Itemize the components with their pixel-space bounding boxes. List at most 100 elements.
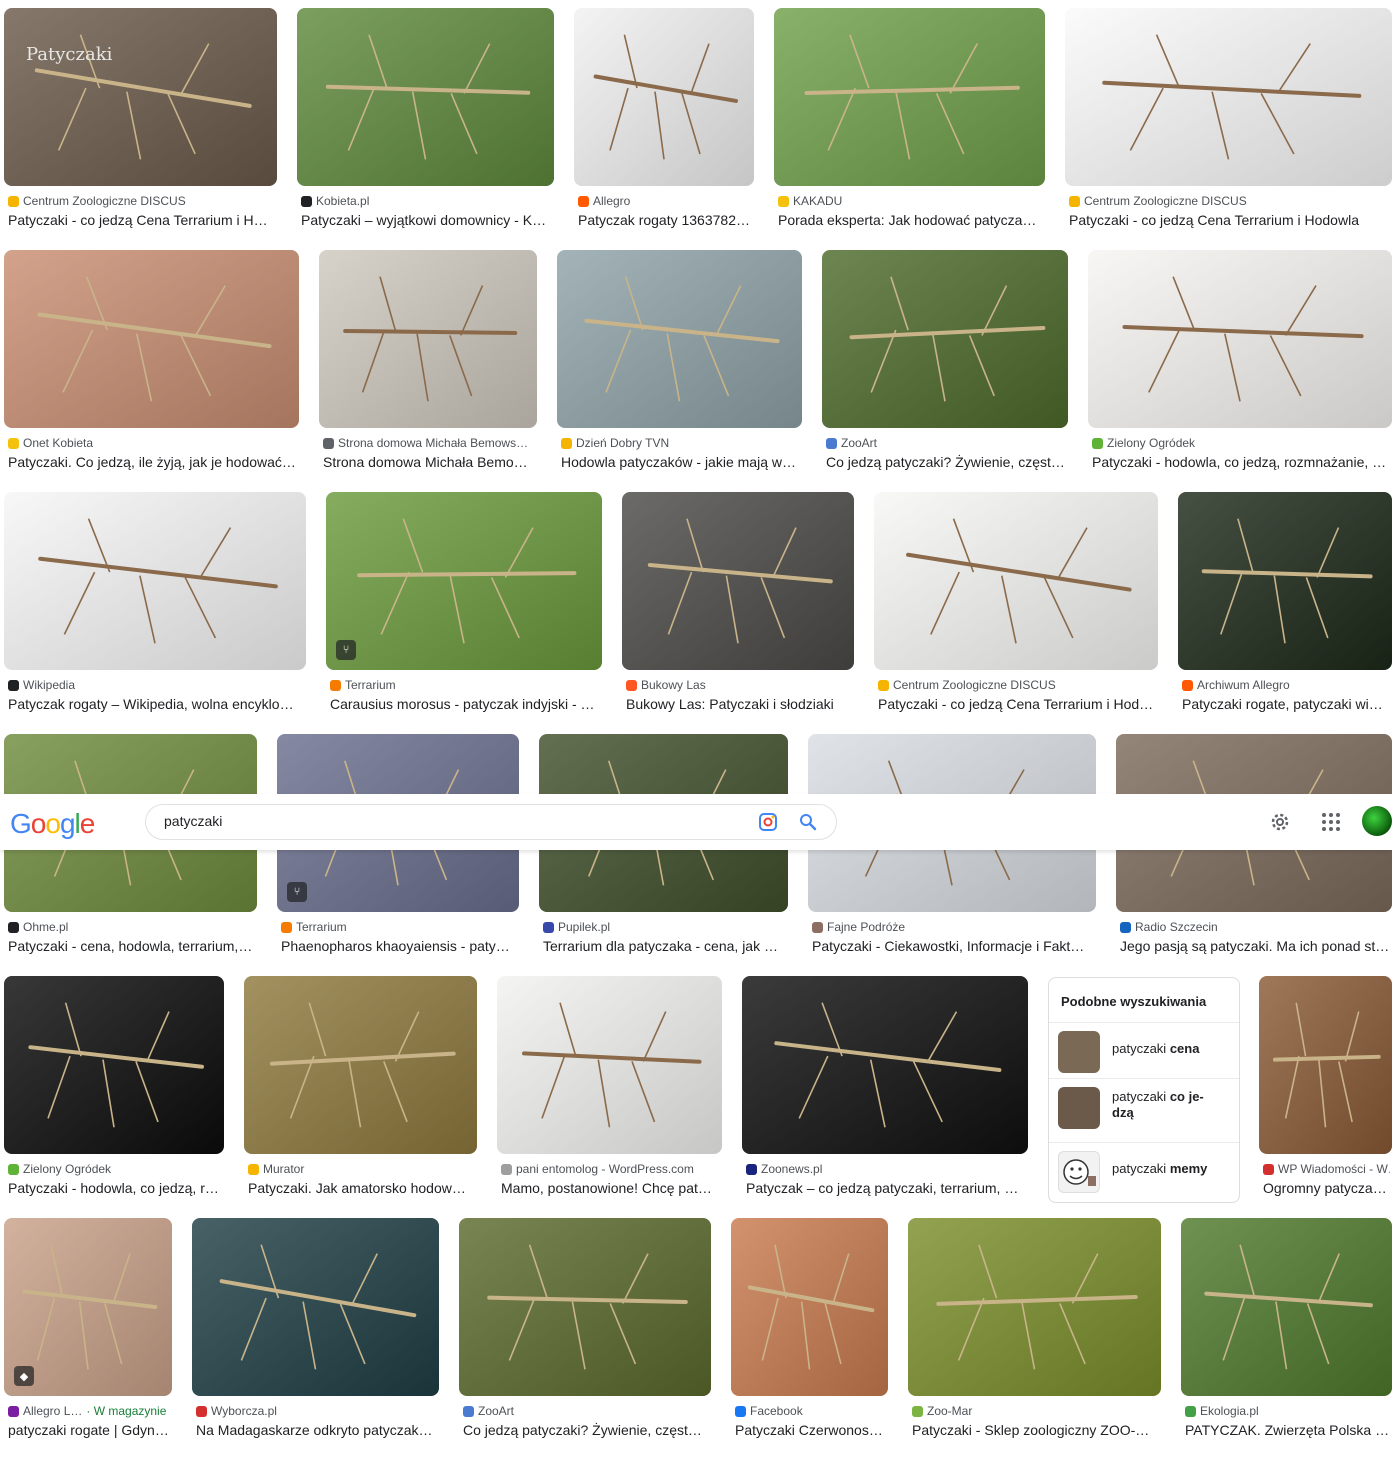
result-title[interactable]: Terrarium dla patyczaka - cena, jak … — [543, 938, 786, 954]
result-title[interactable]: Patyczaki – wyjątkowi domownicy - K… — [301, 212, 552, 228]
image-result-card[interactable]: Dzień Dobry TVN Hodowla patyczaków - jaki… — [557, 250, 802, 486]
result-thumbnail[interactable] — [574, 8, 754, 186]
result-source[interactable]: Bukowy Las — [626, 678, 852, 692]
result-thumbnail[interactable] — [459, 1218, 711, 1396]
result-source[interactable]: Facebook — [735, 1404, 886, 1418]
related-search-item[interactable]: patyczaki co je-dzą — [1049, 1078, 1239, 1135]
result-source[interactable]: ZooArt — [826, 436, 1066, 450]
google-logo[interactable]: Google — [10, 808, 95, 840]
result-thumbnail[interactable] — [1259, 976, 1392, 1154]
result-title[interactable]: Patyczaki - Ciekawostki, Informacje i Fa… — [812, 938, 1094, 954]
result-title[interactable]: Porada eksperta: Jak hodować patycza… — [778, 212, 1043, 228]
result-source[interactable]: Fajne Podróże — [812, 920, 1094, 934]
image-result-card[interactable]: KAKADU Porada eksperta: Jak hodować patyc… — [774, 8, 1045, 244]
image-result-card[interactable]: Patyczaki Centrum Zoologiczne DISCUS Patyc… — [4, 8, 277, 244]
result-source[interactable]: Dzień Dobry TVN — [561, 436, 800, 450]
image-result-card[interactable]: Radio Szczecin Jego pasją są patyczaki. M… — [1116, 734, 1392, 970]
image-result-card[interactable]: Allegro Patyczak rogaty 1363782… — [574, 8, 754, 244]
result-source[interactable]: pani entomolog - WordPress.com — [501, 1162, 720, 1176]
image-result-card[interactable]: Pupilek.pl Terrarium dla patyczaka - cena… — [539, 734, 788, 970]
image-result-card[interactable]: Zoo-Mar Patyczaki - Sklep zoologiczny ZOO… — [908, 1218, 1161, 1454]
result-title[interactable]: Patyczaki. Co jedzą, ile żyją, jak je ho… — [8, 454, 297, 470]
result-title[interactable]: Jego pasją są patyczaki. Ma ich ponad st… — [1120, 938, 1390, 954]
result-thumbnail[interactable] — [874, 492, 1158, 670]
result-title[interactable]: Patyczaki - co jedzą Cena Terrarium i Ho… — [878, 696, 1156, 712]
result-source[interactable]: Terrarium — [281, 920, 517, 934]
result-source[interactable]: Murator — [248, 1162, 475, 1176]
result-title[interactable]: Patyczak rogaty – Wikipedia, wolna encyk… — [8, 696, 304, 712]
result-source[interactable]: Wikipedia — [8, 678, 304, 692]
image-result-card[interactable]: Zoonews.pl Patyczak – co jedzą patyczaki,… — [742, 976, 1028, 1212]
result-title[interactable]: Na Madagaskarze odkryto patyczak… — [196, 1422, 437, 1438]
result-title[interactable]: Patyczaki - hodowla, co jedzą, rozmnażan… — [1092, 454, 1390, 470]
result-thumbnail[interactable] — [742, 976, 1028, 1154]
result-thumbnail[interactable] — [4, 976, 224, 1154]
image-result-card[interactable]: Fajne Podróże Patyczaki - Ciekawostki, In… — [808, 734, 1096, 970]
result-source[interactable]: Zoo-Mar — [912, 1404, 1159, 1418]
image-result-card[interactable]: ZooArt Co jedzą patyczaki? Żywienie, częs… — [459, 1218, 711, 1454]
image-result-card[interactable]: ZooArt Co jedzą patyczaki? Żywienie, częs… — [822, 250, 1068, 486]
result-source[interactable]: Onet Kobieta — [8, 436, 297, 450]
result-source[interactable]: Pupilek.pl — [543, 920, 786, 934]
result-thumbnail[interactable] — [774, 8, 1045, 186]
result-thumbnail[interactable] — [1065, 8, 1392, 186]
result-thumbnail[interactable]: ⑂ — [326, 492, 602, 670]
image-result-card[interactable]: WP Wiadomości - W… Ogromny patyczak … — [1259, 976, 1392, 1212]
image-result-card[interactable]: Wyborcza.pl Na Madagaskarze odkryto patyc… — [192, 1218, 439, 1454]
image-result-card[interactable]: ◆ Allegro L… · W magazynie patyczaki rogate… — [4, 1218, 172, 1454]
result-title[interactable]: Patyczaki - cena, hodowla, terrarium,… — [8, 938, 255, 954]
result-thumbnail[interactable] — [908, 1218, 1161, 1396]
image-result-card[interactable]: Strona domowa Michała Bemows… Strona domo… — [319, 250, 537, 486]
image-result-card[interactable]: Archiwum Allegro Patyczaki rogate, patycz… — [1178, 492, 1392, 728]
result-source[interactable]: Archiwum Allegro — [1182, 678, 1390, 692]
result-title[interactable]: Carausius morosus - patyczak indyjski - … — [330, 696, 600, 712]
result-title[interactable]: Hodowla patyczaków - jakie mają w… — [561, 454, 800, 470]
image-result-card[interactable]: ⑂ Terrarium Carausius morosus - patyczak i… — [326, 492, 602, 728]
result-title[interactable]: Patyczaki rogate, patyczaki wiet… — [1182, 696, 1390, 712]
search-input[interactable] — [164, 813, 724, 829]
result-source[interactable]: Allegro — [578, 194, 752, 208]
result-source[interactable]: Allegro L… · W magazynie — [8, 1404, 170, 1418]
camera-lens-icon[interactable] — [758, 812, 778, 832]
search-icon[interactable] — [798, 812, 818, 832]
result-thumbnail[interactable] — [731, 1218, 888, 1396]
result-source[interactable]: ZooArt — [463, 1404, 709, 1418]
result-thumbnail[interactable] — [1181, 1218, 1392, 1396]
result-source[interactable]: Ekologia.pl — [1185, 1404, 1390, 1418]
result-thumbnail[interactable] — [1178, 492, 1392, 670]
result-title[interactable]: PATYCZAK. Zwierzęta Polska - … — [1185, 1422, 1390, 1438]
settings-gear-icon[interactable] — [1268, 810, 1292, 834]
image-result-card[interactable]: Zielony Ogródek Patyczaki - hodowla, co j… — [1088, 250, 1392, 486]
result-thumbnail[interactable] — [319, 250, 537, 428]
result-title[interactable]: Patyczaki - Sklep zoologiczny ZOO-… — [912, 1422, 1159, 1438]
result-title[interactable]: Phaenopharos khaoyaiensis - paty… — [281, 938, 517, 954]
result-source[interactable]: Zielony Ogródek — [1092, 436, 1390, 450]
image-result-card[interactable]: Centrum Zoologiczne DISCUS Patyczaki - co… — [1065, 8, 1392, 244]
result-title[interactable]: Patyczaki - co jedzą Cena Terrarium i H… — [8, 212, 275, 228]
result-source[interactable]: Kobieta.pl — [301, 194, 552, 208]
result-thumbnail[interactable] — [557, 250, 802, 428]
image-result-card[interactable]: Wikipedia Patyczak rogaty – Wikipedia, wo… — [4, 492, 306, 728]
result-title[interactable]: Patyczak – co jedzą patyczaki, terrarium… — [746, 1180, 1026, 1196]
result-thumbnail[interactable] — [192, 1218, 439, 1396]
image-result-card[interactable]: Centrum Zoologiczne DISCUS Patyczaki - co… — [874, 492, 1158, 728]
related-search-item[interactable]: patyczaki memy — [1049, 1142, 1239, 1199]
result-thumbnail[interactable] — [1088, 250, 1392, 428]
result-title[interactable]: Ogromny patyczak … — [1263, 1180, 1390, 1196]
result-title[interactable]: Bukowy Las: Patyczaki i słodziaki — [626, 696, 852, 712]
result-title[interactable]: Patyczak rogaty 1363782… — [578, 212, 752, 228]
result-thumbnail[interactable] — [4, 250, 299, 428]
result-source[interactable]: Centrum Zoologiczne DISCUS — [8, 194, 275, 208]
result-source[interactable]: Ohme.pl — [8, 920, 255, 934]
result-title[interactable]: Patyczaki - co jedzą Cena Terrarium i Ho… — [1069, 212, 1390, 228]
result-title[interactable]: Patyczaki - hodowla, co jedzą, r… — [8, 1180, 222, 1196]
result-source[interactable]: Zoonews.pl — [746, 1162, 1026, 1176]
result-thumbnail[interactable] — [297, 8, 554, 186]
image-result-card[interactable]: Kobieta.pl Patyczaki – wyjątkowi domownic… — [297, 8, 554, 244]
image-result-card[interactable]: ⑂ Terrarium Phaenopharos khaoyaiensis - pa… — [277, 734, 519, 970]
result-source[interactable]: Zielony Ogródek — [8, 1162, 222, 1176]
result-thumbnail[interactable] — [244, 976, 477, 1154]
result-title[interactable]: Co jedzą patyczaki? Żywienie, częst… — [826, 454, 1066, 470]
result-title[interactable]: Co jedzą patyczaki? Żywienie, częst… — [463, 1422, 709, 1438]
result-source[interactable]: Terrarium — [330, 678, 600, 692]
